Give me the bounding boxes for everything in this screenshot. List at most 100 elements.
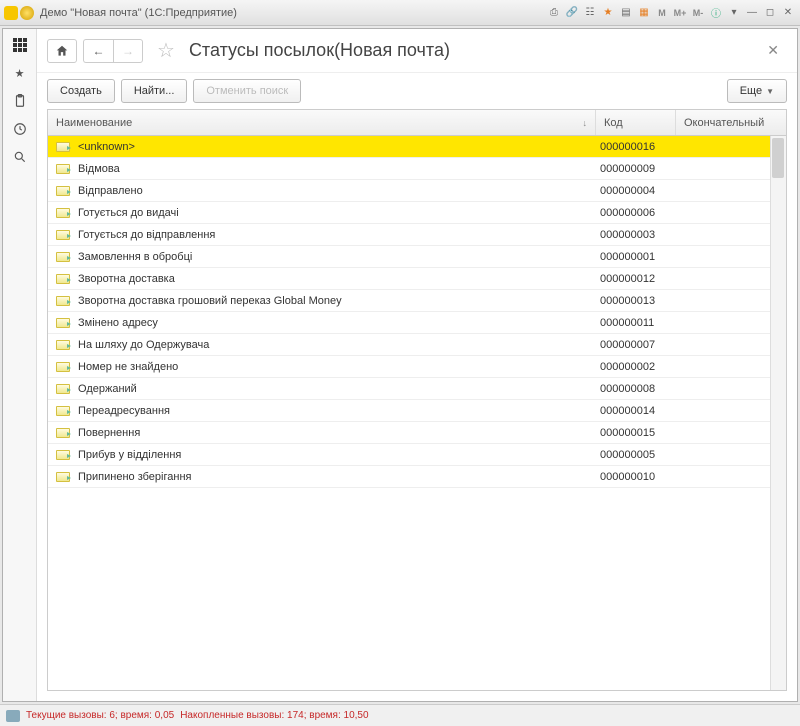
toolbar: Создать Найти... Отменить поиск Еще ▼ bbox=[37, 73, 797, 109]
table-row[interactable]: Змінено адресу000000011 bbox=[48, 312, 786, 334]
apps-icon[interactable] bbox=[12, 37, 28, 53]
scrollbar-thumb[interactable] bbox=[772, 138, 784, 178]
cell-name: Повернення bbox=[48, 427, 596, 439]
tb-info-icon[interactable]: ⓘ bbox=[708, 6, 724, 20]
table-body[interactable]: <unknown>000000016Відмова000000009Відпра… bbox=[48, 136, 786, 690]
table-header: Наименование ↓ Код Окончательный bbox=[48, 110, 786, 136]
chevron-down-icon: ▼ bbox=[766, 87, 774, 96]
titlebar-controls: ⎙ 🔗 ☷ ★ ▤ ▦ M M+ M- ⓘ ▾ — ◻ ✕ bbox=[546, 6, 796, 20]
tb-link-icon[interactable]: 🔗 bbox=[564, 6, 580, 20]
table-row[interactable]: Номер не знайдено000000002 bbox=[48, 356, 786, 378]
table: Наименование ↓ Код Окончательный <unknow… bbox=[47, 109, 787, 691]
tb-chart-icon[interactable]: ☷ bbox=[582, 6, 598, 20]
table-row[interactable]: Замовлення в обробці000000001 bbox=[48, 246, 786, 268]
item-icon bbox=[56, 208, 70, 218]
back-button[interactable]: ← bbox=[83, 39, 113, 63]
cancel-search-button[interactable]: Отменить поиск bbox=[193, 79, 301, 103]
item-icon bbox=[56, 252, 70, 262]
find-button[interactable]: Найти... bbox=[121, 79, 188, 103]
cell-code: 000000009 bbox=[596, 163, 676, 175]
sort-indicator: ↓ bbox=[583, 118, 588, 128]
table-row[interactable]: <unknown>000000016 bbox=[48, 136, 786, 158]
tb-print-icon[interactable]: ⎙ bbox=[546, 6, 562, 20]
tb-mminus-button[interactable]: M- bbox=[690, 6, 706, 20]
item-icon bbox=[56, 340, 70, 350]
item-icon bbox=[56, 406, 70, 416]
cell-code: 000000007 bbox=[596, 339, 676, 351]
home-button[interactable] bbox=[47, 39, 77, 63]
table-row[interactable]: Готується до відправлення000000003 bbox=[48, 224, 786, 246]
col-final[interactable]: Окончательный bbox=[676, 110, 786, 135]
main-area: ← → ☆ Статусы посылок(Новая почта) ✕ Соз… bbox=[37, 29, 797, 701]
cell-name: Зворотна доставка bbox=[48, 273, 596, 285]
cell-code: 000000003 bbox=[596, 229, 676, 241]
more-button[interactable]: Еще ▼ bbox=[727, 79, 787, 103]
cell-name: Відправлено bbox=[48, 185, 596, 197]
titlebar: Демо "Новая почта" (1С:Предприятие) ⎙ 🔗 … bbox=[0, 0, 800, 26]
cell-name: <unknown> bbox=[48, 141, 596, 153]
item-icon bbox=[56, 450, 70, 460]
item-icon bbox=[56, 274, 70, 284]
tb-star-icon[interactable]: ★ bbox=[600, 6, 616, 20]
tb-calc-icon[interactable]: ▤ bbox=[618, 6, 634, 20]
cell-name: Відмова bbox=[48, 163, 596, 175]
tb-mplus-button[interactable]: M+ bbox=[672, 6, 688, 20]
cell-name: Переадресування bbox=[48, 405, 596, 417]
table-row[interactable]: Одержаний000000008 bbox=[48, 378, 786, 400]
item-icon bbox=[56, 230, 70, 240]
scrollbar[interactable] bbox=[770, 136, 786, 690]
item-icon bbox=[56, 384, 70, 394]
tb-dropdown-icon[interactable]: ▾ bbox=[726, 6, 742, 20]
forward-button[interactable]: → bbox=[113, 39, 143, 63]
item-icon bbox=[56, 296, 70, 306]
cell-name: Прибув у відділення bbox=[48, 449, 596, 461]
cell-code: 000000011 bbox=[596, 317, 676, 329]
cell-name: Замовлення в обробці bbox=[48, 251, 596, 263]
table-row[interactable]: Відмова000000009 bbox=[48, 158, 786, 180]
close-window-button[interactable]: ✕ bbox=[780, 6, 796, 20]
statusbar: Текущие вызовы: 6; время: 0,05 Накопленн… bbox=[0, 704, 800, 726]
table-row[interactable]: Зворотна доставка грошовий переказ Globa… bbox=[48, 290, 786, 312]
favorite-star-icon[interactable]: ☆ bbox=[157, 38, 175, 63]
table-row[interactable]: Зворотна доставка000000012 bbox=[48, 268, 786, 290]
cell-name: Готується до відправлення bbox=[48, 229, 596, 241]
workspace: ★ ← → ☆ Статусы посылок(Новая bbox=[2, 28, 798, 702]
item-icon bbox=[56, 318, 70, 328]
topbar: ← → ☆ Статусы посылок(Новая почта) ✕ bbox=[37, 29, 797, 73]
history-icon[interactable] bbox=[12, 121, 28, 137]
col-name[interactable]: Наименование ↓ bbox=[48, 110, 596, 135]
status-current: Текущие вызовы: 6; время: 0,05 bbox=[26, 710, 174, 721]
cell-name: Зворотна доставка грошовий переказ Globa… bbox=[48, 295, 596, 307]
tb-m-button[interactable]: M bbox=[654, 6, 670, 20]
table-row[interactable]: На шляху до Одержувача000000007 bbox=[48, 334, 786, 356]
table-row[interactable]: Припинено зберігання000000010 bbox=[48, 466, 786, 488]
search-icon[interactable] bbox=[12, 149, 28, 165]
minimize-button[interactable]: — bbox=[744, 6, 760, 20]
cell-name: Одержаний bbox=[48, 383, 596, 395]
tb-calendar-icon[interactable]: ▦ bbox=[636, 6, 652, 20]
table-row[interactable]: Переадресування000000014 bbox=[48, 400, 786, 422]
close-tab-button[interactable]: ✕ bbox=[759, 38, 787, 63]
cell-name: Змінено адресу bbox=[48, 317, 596, 329]
col-code[interactable]: Код bbox=[596, 110, 676, 135]
item-icon bbox=[56, 472, 70, 482]
maximize-button[interactable]: ◻ bbox=[762, 6, 778, 20]
table-row[interactable]: Повернення000000015 bbox=[48, 422, 786, 444]
table-row[interactable]: Готується до видачі000000006 bbox=[48, 202, 786, 224]
status-icon[interactable] bbox=[6, 710, 20, 722]
clipboard-icon[interactable] bbox=[12, 93, 28, 109]
cell-code: 000000008 bbox=[596, 383, 676, 395]
table-row[interactable]: Прибув у відділення000000005 bbox=[48, 444, 786, 466]
favorites-icon[interactable]: ★ bbox=[12, 65, 28, 81]
item-icon bbox=[56, 428, 70, 438]
table-row[interactable]: Відправлено000000004 bbox=[48, 180, 786, 202]
cell-name: Припинено зберігання bbox=[48, 471, 596, 483]
cell-code: 000000001 bbox=[596, 251, 676, 263]
window-title: Демо "Новая почта" (1С:Предприятие) bbox=[40, 7, 546, 19]
cell-code: 000000006 bbox=[596, 207, 676, 219]
cell-code: 000000014 bbox=[596, 405, 676, 417]
nav-group: ← → bbox=[83, 39, 143, 63]
cell-name: Номер не знайдено bbox=[48, 361, 596, 373]
create-button[interactable]: Создать bbox=[47, 79, 115, 103]
cell-name: На шляху до Одержувача bbox=[48, 339, 596, 351]
